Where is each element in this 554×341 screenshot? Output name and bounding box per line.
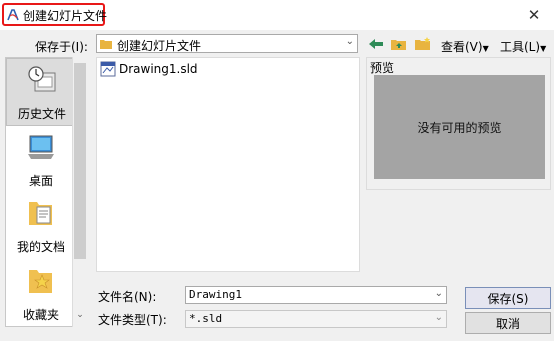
cancel-button-label: 取消 — [495, 316, 520, 331]
preview-empty-text: 没有可用的预览 — [417, 120, 502, 135]
dropdown-arrow-icon: ▼ — [540, 44, 547, 53]
filetype-select[interactable]: *.sld ⌄ — [185, 310, 447, 328]
filetype-value: *.sld — [189, 312, 223, 325]
history-icon — [28, 66, 56, 92]
save-in-dropdown[interactable]: 创建幻灯片文件 ⌄ — [96, 34, 358, 53]
chevron-down-icon: ⌄ — [345, 36, 354, 47]
place-history[interactable]: 历史文件 — [6, 58, 76, 126]
save-button-label: 保存(S) — [487, 291, 529, 306]
file-list[interactable]: Drawing1.sld — [96, 57, 360, 272]
close-icon: ✕ — [527, 6, 541, 24]
tools-menu-label: 工具(L) — [500, 40, 541, 54]
app-icon — [7, 9, 19, 21]
window-title: 创建幻灯片文件 — [23, 9, 108, 23]
save-in-value: 创建幻灯片文件 — [117, 39, 202, 53]
place-label: 我的文档 — [16, 240, 65, 254]
tools-menu[interactable]: 工具(L)▼ — [500, 38, 546, 55]
save-button[interactable]: 保存(S) — [465, 287, 551, 309]
place-label: 收藏夹 — [22, 308, 59, 322]
filename-label: 文件名(N): — [98, 290, 157, 304]
chevron-down-icon[interactable]: ⌄ — [435, 288, 443, 299]
desktop-icon — [28, 135, 54, 159]
preview-label: 预览 — [370, 61, 395, 75]
back-arrow-icon[interactable] — [367, 36, 385, 52]
file-name: Drawing1.sld — [119, 62, 198, 76]
filetype-label: 文件类型(T): — [98, 313, 167, 327]
close-button[interactable]: ✕ — [522, 4, 546, 26]
scroll-down-icon[interactable]: ⌄ — [74, 310, 86, 322]
dropdown-arrow-icon: ▼ — [482, 44, 489, 53]
view-menu-label: 查看(V) — [441, 40, 483, 54]
preview-area: 没有可用的预览 — [374, 75, 545, 179]
cancel-button[interactable]: 取消 — [465, 312, 551, 334]
filename-input[interactable]: Drawing1 ⌄ — [185, 286, 447, 304]
new-folder-icon[interactable] — [414, 36, 432, 52]
file-item[interactable]: Drawing1.sld — [100, 60, 198, 78]
place-desktop[interactable]: 桌面 — [6, 126, 76, 194]
sld-file-icon — [100, 61, 116, 77]
place-label: 历史文件 — [17, 107, 66, 121]
documents-icon — [29, 202, 52, 225]
favorites-icon — [29, 270, 52, 293]
chevron-down-icon: ⌄ — [434, 312, 443, 323]
filename-value: Drawing1 — [189, 288, 242, 301]
save-in-label: 保存于(I): — [35, 40, 88, 54]
scrollbar-thumb[interactable] — [74, 63, 86, 259]
place-favorites[interactable]: 收藏夹 — [6, 262, 76, 326]
up-folder-icon[interactable] — [390, 36, 408, 52]
place-label: 桌面 — [28, 174, 53, 188]
folder-icon — [100, 40, 112, 49]
place-documents[interactable]: 我的文档 — [6, 194, 76, 262]
view-menu[interactable]: 查看(V)▼ — [441, 38, 489, 55]
